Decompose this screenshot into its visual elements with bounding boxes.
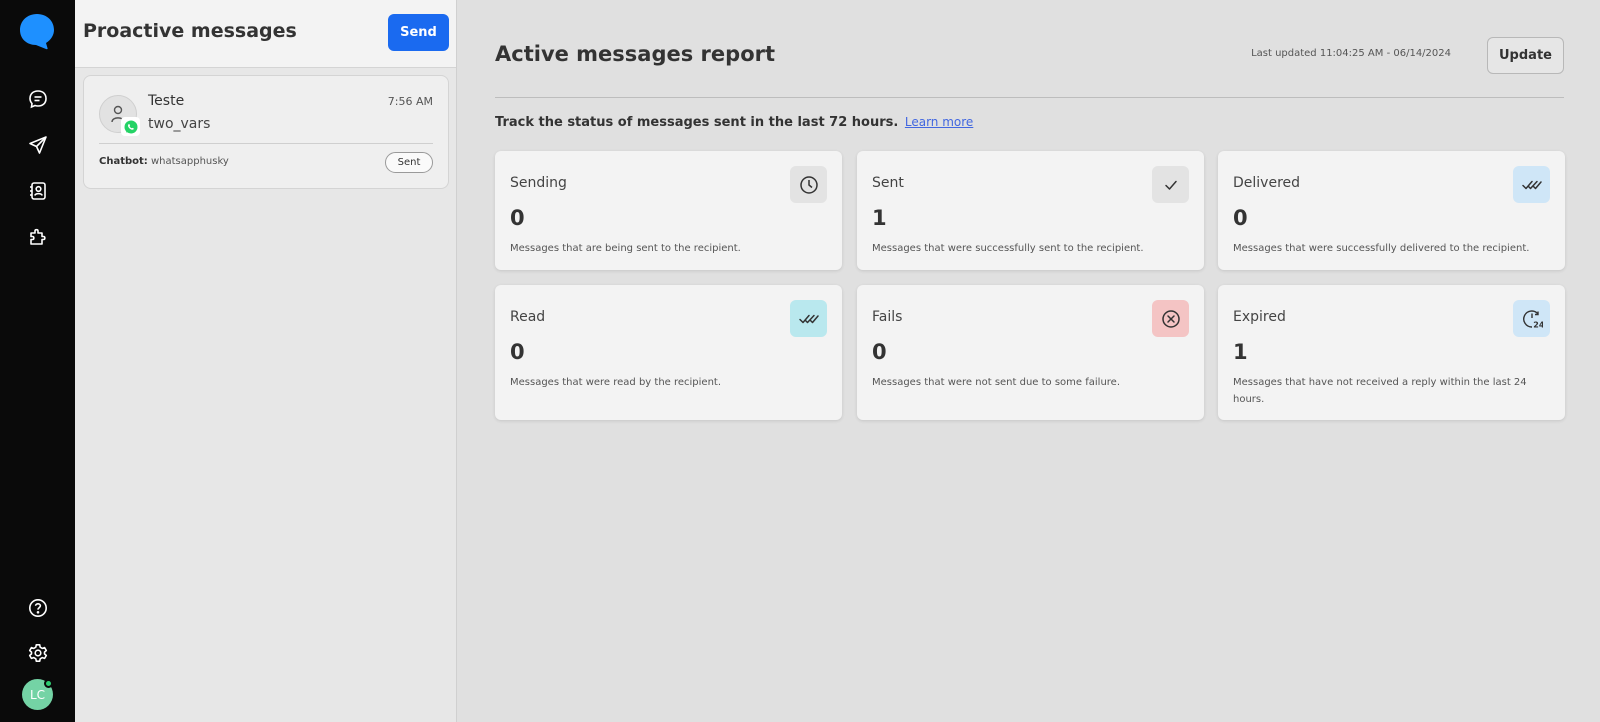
contact-avatar xyxy=(99,95,140,136)
card-description: Messages that have not received a reply … xyxy=(1233,377,1527,405)
card-value: 0 xyxy=(872,340,887,364)
double-check-icon xyxy=(790,300,827,337)
nav-rail: LC xyxy=(0,0,75,722)
card-value: 0 xyxy=(1233,206,1248,230)
template-name: two_vars xyxy=(148,116,211,132)
stat-card-read: Read 0 Messages that were read by the re… xyxy=(495,285,842,420)
card-description: Messages that were not sent due to some … xyxy=(872,377,1121,388)
divider xyxy=(495,97,1564,98)
card-description: Messages that were successfully delivere… xyxy=(1233,243,1530,254)
stat-card-sent: Sent 1 Messages that were successfully s… xyxy=(857,151,1204,270)
panel-title: Proactive messages xyxy=(83,20,297,42)
card-description: Messages that were read by the recipient… xyxy=(510,377,722,388)
svg-text:24: 24 xyxy=(1533,320,1543,329)
stat-card-expired: Expired 24 1 Messages that have not rece… xyxy=(1218,285,1565,420)
panel-header: Proactive messages Send xyxy=(75,0,456,68)
check-icon xyxy=(1152,166,1189,203)
stat-card-fails: Fails 0 Messages that were not sent due … xyxy=(857,285,1204,420)
last-updated: Last updated 11:04:25 AM - 06/14/2024 xyxy=(1251,48,1451,59)
send-icon[interactable] xyxy=(22,129,54,161)
card-label: Read xyxy=(510,309,546,325)
help-icon[interactable] xyxy=(22,592,54,624)
message-time: 7:56 AM xyxy=(387,95,433,108)
online-status-dot xyxy=(44,679,53,688)
plugin-icon[interactable] xyxy=(22,220,54,252)
update-button[interactable]: Update xyxy=(1487,37,1564,74)
contact-name: Teste xyxy=(148,93,185,109)
chatbot-info: Chatbot: whatsapphusky xyxy=(99,156,229,167)
stat-card-delivered: Delivered 0 Messages that were successfu… xyxy=(1218,151,1565,270)
double-check-icon xyxy=(1513,166,1550,203)
card-value: 1 xyxy=(1233,340,1248,364)
card-description: Messages that are being sent to the reci… xyxy=(510,243,741,254)
card-label: Sent xyxy=(872,175,904,191)
page-title: Active messages report xyxy=(495,42,776,66)
message-card[interactable]: Teste 7:56 AM two_vars Chatbot: whatsapp… xyxy=(83,75,449,189)
status-badge: Sent xyxy=(385,152,433,173)
avatar[interactable]: LC xyxy=(22,679,53,710)
clock-icon xyxy=(790,166,827,203)
track-description: Track the status of messages sent in the… xyxy=(495,115,973,130)
learn-more-link[interactable]: Learn more xyxy=(905,115,973,129)
stat-card-sending: Sending 0 Messages that are being sent t… xyxy=(495,151,842,270)
send-button[interactable]: Send xyxy=(388,14,449,51)
card-label: Expired xyxy=(1233,309,1286,325)
chat-icon[interactable] xyxy=(22,83,54,115)
settings-icon[interactable] xyxy=(22,637,54,669)
divider xyxy=(99,143,433,144)
card-value: 1 xyxy=(872,206,887,230)
chatbot-label: Chatbot: xyxy=(99,156,148,167)
card-label: Delivered xyxy=(1233,175,1301,191)
card-label: Sending xyxy=(510,175,567,191)
card-description: Messages that were successfully sent to … xyxy=(872,243,1144,254)
whatsapp-icon xyxy=(121,117,140,136)
proactive-messages-panel: Proactive messages Send Teste 7:56 AM tw… xyxy=(75,0,457,722)
track-text: Track the status of messages sent in the… xyxy=(495,115,899,130)
report-area: Active messages report Last updated 11:0… xyxy=(457,0,1600,722)
chat-bubble-logo[interactable] xyxy=(19,13,55,50)
card-value: 0 xyxy=(510,340,525,364)
card-label: Fails xyxy=(872,309,903,325)
contacts-icon[interactable] xyxy=(22,175,54,207)
chatbot-value: whatsapphusky xyxy=(150,156,229,167)
x-circle-icon xyxy=(1152,300,1189,337)
card-value: 0 xyxy=(510,206,525,230)
clock-24-icon: 24 xyxy=(1513,300,1550,337)
avatar-initials: LC xyxy=(29,687,46,702)
